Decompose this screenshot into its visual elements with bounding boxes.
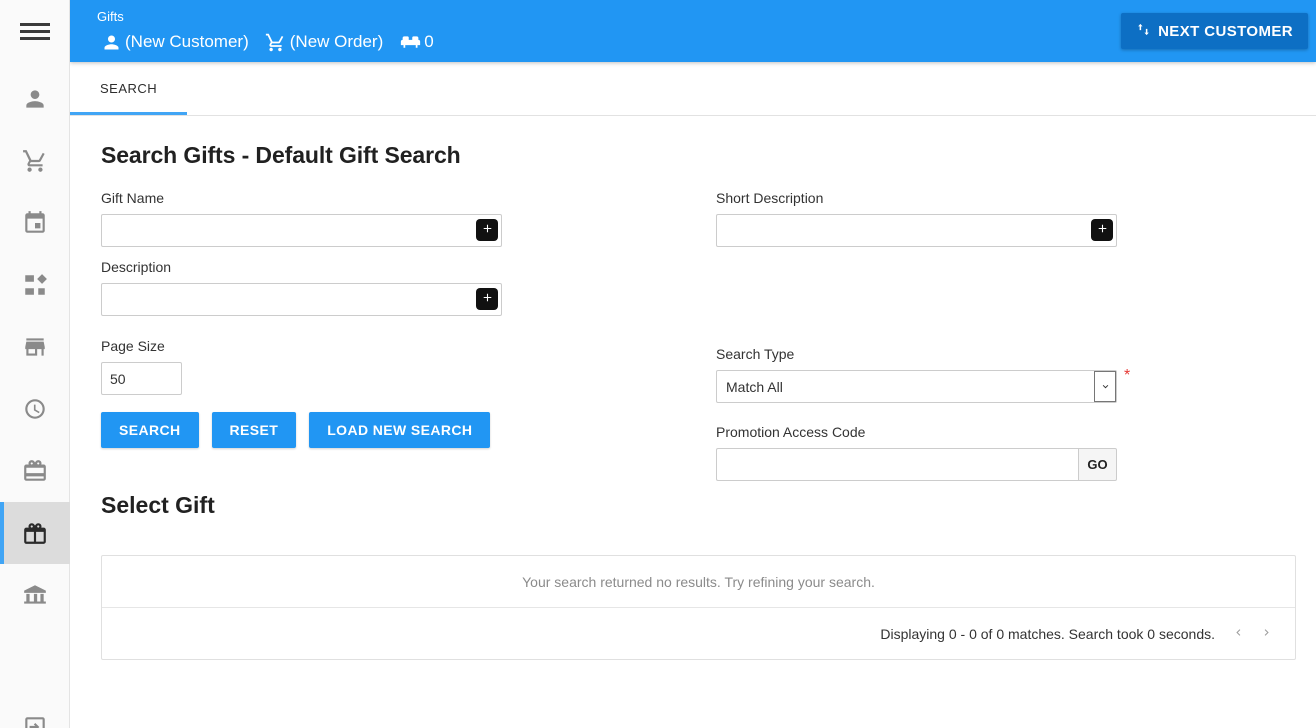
plus-icon (481, 222, 494, 238)
results-status-text: Displaying 0 - 0 of 0 matches. Search to… (880, 625, 1215, 642)
results-section: Select Gift Your search returned no resu… (101, 492, 1296, 660)
form-column-right: Short Description Search Type Match All … (716, 189, 1130, 492)
next-customer-button[interactable]: NEXT CUSTOMER (1121, 13, 1308, 49)
sidebar-item-events[interactable] (0, 192, 70, 254)
sidebar-item-dashboard[interactable] (0, 254, 70, 316)
plus-icon (1096, 222, 1109, 238)
short-description-input[interactable] (716, 214, 1117, 247)
top-app-bar: Gifts (New Customer) (New Order) 0 NEXT … (70, 0, 1316, 62)
breadcrumb: (New Customer) (New Order) 0 (97, 31, 434, 53)
breadcrumb-seats-label: 0 (424, 32, 434, 51)
sidebar-item-order[interactable] (0, 130, 70, 192)
next-page-button[interactable] (1253, 621, 1279, 647)
breadcrumb-seats[interactable]: 0 (396, 31, 434, 53)
promotion-access-code-input[interactable] (716, 448, 1078, 481)
sidebar-item-giftcard[interactable] (0, 440, 70, 502)
field-short-description: Short Description (716, 189, 1117, 247)
sidebar-item-gifts[interactable] (0, 502, 70, 564)
next-customer-label: NEXT CUSTOMER (1158, 22, 1293, 40)
field-promotion-access-code: Promotion Access Code GO (716, 423, 1117, 481)
breadcrumb-customer[interactable]: (New Customer) (97, 31, 249, 53)
description-add-button[interactable] (476, 288, 498, 310)
shopping-cart-icon (262, 32, 290, 53)
sidebar-item-logout[interactable] (0, 696, 70, 728)
hamburger-menu-icon (19, 19, 50, 44)
tab-search[interactable]: SEARCH (70, 62, 188, 115)
swap-vertical-icon (1136, 22, 1151, 41)
load-new-search-button-label: LOAD NEW SEARCH (327, 422, 473, 438)
gift-name-label: Gift Name (101, 190, 165, 206)
app-root: Gifts (New Customer) (New Order) 0 NEXT … (0, 0, 1316, 728)
sidebar-item-customer[interactable] (0, 68, 70, 130)
search-button[interactable]: SEARCH (101, 412, 199, 448)
description-input[interactable] (101, 283, 502, 316)
results-table: Your search returned no results. Try ref… (101, 555, 1296, 660)
results-title: Select Gift (101, 492, 215, 518)
field-gift-name: Gift Name (101, 189, 502, 247)
main-content: SEARCH Search Gifts - Default Gift Searc… (70, 62, 1316, 728)
shopping-cart-icon (22, 148, 48, 174)
card-giftcard-icon (22, 458, 48, 484)
promotion-access-code-label: Promotion Access Code (716, 424, 866, 440)
logout-icon (22, 714, 48, 728)
dashboard-apps-icon (22, 272, 48, 298)
short-description-label: Short Description (716, 190, 824, 206)
store-icon (22, 334, 48, 360)
prev-page-button[interactable] (1225, 621, 1251, 647)
app-title: Gifts (97, 9, 124, 24)
plus-icon (481, 291, 494, 307)
sidebar-item-history[interactable] (0, 378, 70, 440)
short-description-add-button[interactable] (1091, 219, 1113, 241)
load-new-search-button[interactable]: LOAD NEW SEARCH (309, 412, 491, 448)
bank-icon (22, 582, 48, 608)
form-column-left: Gift Name Description Page Size 50 SEARC… (101, 189, 502, 448)
search-type-value: Match All (726, 378, 783, 395)
search-type-select[interactable]: Match All (716, 370, 1117, 403)
breadcrumb-order[interactable]: (New Order) (262, 31, 384, 53)
tab-bar: SEARCH (70, 62, 1316, 116)
gift-box-icon (22, 520, 48, 546)
sidebar-item-list (0, 62, 70, 728)
search-button-label: SEARCH (119, 422, 181, 438)
chevron-down-icon[interactable] (1094, 371, 1116, 402)
weekend-seat-icon (396, 32, 424, 53)
chevron-right-icon (1260, 626, 1273, 642)
left-sidebar (0, 0, 70, 728)
hamburger-menu-button[interactable] (0, 0, 69, 62)
promotion-go-button[interactable]: GO (1078, 448, 1117, 481)
calendar-event-icon (22, 210, 48, 236)
page-size-input[interactable] (101, 362, 182, 395)
required-marker: * (1124, 367, 1131, 384)
clock-history-icon (22, 396, 48, 422)
chevron-left-icon (1232, 626, 1245, 642)
results-footer: Displaying 0 - 0 of 0 matches. Search to… (102, 608, 1295, 659)
breadcrumb-order-label: (New Order) (289, 32, 384, 51)
page-title: Search Gifts - Default Gift Search (101, 142, 461, 168)
page-size-label: Page Size (101, 338, 165, 354)
description-label: Description (101, 259, 172, 275)
tab-search-label: SEARCH (100, 81, 158, 96)
reset-button-label: RESET (229, 422, 279, 438)
results-empty-message: Your search returned no results. Try ref… (102, 556, 1295, 608)
gift-name-add-button[interactable] (476, 219, 498, 241)
form-action-buttons: SEARCH RESET LOAD NEW SEARCH (101, 412, 502, 448)
field-search-type: Search Type Match All * (716, 345, 1130, 403)
breadcrumb-customer-label: (New Customer) (125, 32, 249, 51)
person-icon (97, 32, 125, 53)
sidebar-item-accounts[interactable] (0, 564, 70, 626)
field-page-size: Page Size (101, 337, 502, 395)
gift-name-input[interactable] (101, 214, 502, 247)
search-type-label: Search Type (716, 346, 795, 362)
field-description: Description (101, 258, 502, 316)
person-icon (22, 86, 48, 112)
reset-button[interactable]: RESET (211, 412, 297, 448)
promotion-go-label: GO (1087, 457, 1108, 472)
sidebar-item-store[interactable] (0, 316, 70, 378)
